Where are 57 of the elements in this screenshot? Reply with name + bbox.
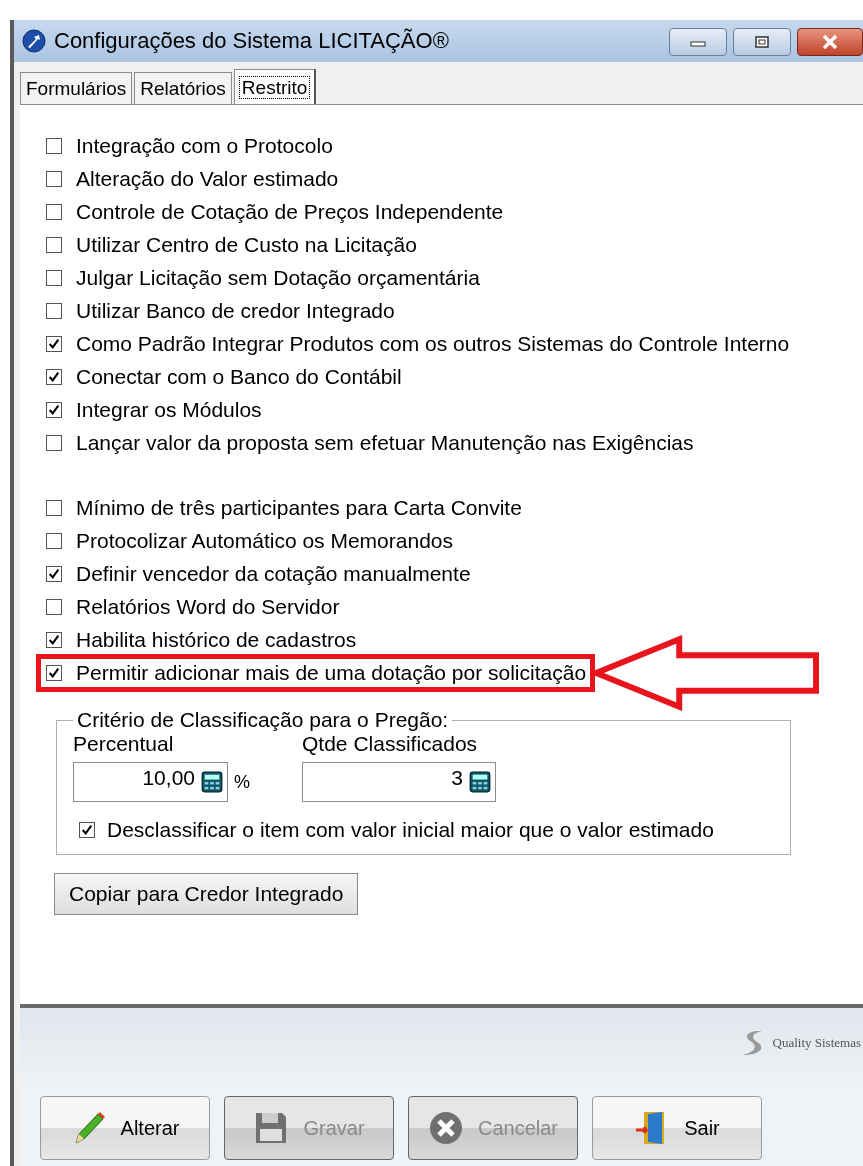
group-title: Critério de Classificação para o Pregão: (76, 708, 450, 732)
checkbox-label[interactable]: Controle de Cotação de Preços Independente (76, 199, 504, 224)
edit-button[interactable]: Alterar (40, 1096, 210, 1160)
checkbox[interactable] (46, 269, 62, 286)
checkbox-label[interactable]: Como Padrão Integrar Produtos com os outros Sistemas do Controle Interno (76, 331, 790, 356)
maximize-icon (754, 35, 770, 49)
maximize-button[interactable] (733, 28, 791, 56)
minimize-button[interactable] (669, 28, 727, 56)
checkbox-label[interactable]: Utilizar Centro de Custo na Licitação (76, 232, 417, 257)
checkbox-label[interactable]: Permitir adicionar mais de uma dotação por solicitação (76, 660, 587, 685)
calculator-icon[interactable] (201, 771, 223, 793)
field-label: Percentual (73, 732, 175, 756)
checkbox-label[interactable]: Desclassificar o item com valor inicial maior que o valor estimado (107, 818, 714, 842)
tab[interactable]: Formulários (20, 72, 133, 104)
checkbox[interactable] (46, 170, 62, 187)
checkbox[interactable] (46, 664, 62, 681)
percent-sign: % (234, 771, 250, 793)
checkbox[interactable] (46, 532, 62, 549)
checkbox[interactable] (46, 434, 62, 451)
checkbox[interactable] (46, 203, 62, 220)
field-label: Qtde Classificados (302, 732, 479, 756)
checkbox-label[interactable]: Integrar os Módulos (76, 397, 262, 422)
exit-button[interactable]: Sair (592, 1096, 762, 1160)
checkbox-label[interactable]: Utilizar Banco de credor Integrado (76, 298, 395, 323)
checkbox[interactable] (46, 499, 62, 516)
checkbox-label[interactable]: Conectar com o Banco do Contábil (76, 364, 402, 389)
checkbox[interactable] (46, 631, 62, 648)
window-title: Configurações do Sistema LICITAÇÃO® (54, 28, 450, 54)
cancel-icon (427, 1110, 464, 1146)
checkbox-label[interactable]: Definir vencedor da cotação manualmente (76, 561, 471, 586)
checkbox-label[interactable]: Integração com o Protocolo (76, 133, 333, 158)
checkbox-label[interactable]: Relatórios Word do Servidor (76, 594, 340, 619)
checkbox[interactable] (46, 565, 62, 582)
checkbox-label[interactable]: Alteração do Valor estimado (76, 166, 339, 191)
checkbox[interactable] (46, 236, 62, 253)
tab[interactable]: Restrito (233, 69, 317, 105)
percent-field[interactable]: 10,00 (73, 762, 228, 802)
checkbox[interactable] (46, 302, 62, 319)
checkbox[interactable] (46, 137, 62, 154)
checkbox[interactable] (79, 822, 95, 838)
checkbox-label[interactable]: Julgar Licitação sem Dotação orçamentária (76, 265, 480, 290)
checkbox-label[interactable]: Lançar valor da proposta sem efetuar Manutenção nas Exigências (76, 430, 694, 455)
close-icon (821, 34, 839, 50)
calculator-icon[interactable] (469, 771, 491, 793)
tab[interactable]: Relatórios (134, 72, 232, 104)
checkbox-label[interactable]: Protocolizar Automático os Memorandos (76, 528, 453, 553)
app-icon (22, 29, 46, 53)
checkbox[interactable] (46, 368, 62, 385)
checkbox[interactable] (46, 401, 62, 418)
copy-button[interactable]: Copiar para Credor Integrado (54, 873, 359, 915)
close-button[interactable] (797, 28, 863, 56)
checkbox-label[interactable]: Habilita histórico de cadastros (76, 627, 357, 652)
logo-text: Quality Sistemas (772, 1035, 861, 1051)
checkbox[interactable] (46, 335, 62, 352)
count-field[interactable]: 3 (302, 762, 496, 802)
checkbox-label[interactable]: Mínimo de três participantes para Carta Convite (76, 495, 522, 520)
checkbox[interactable] (46, 598, 62, 615)
